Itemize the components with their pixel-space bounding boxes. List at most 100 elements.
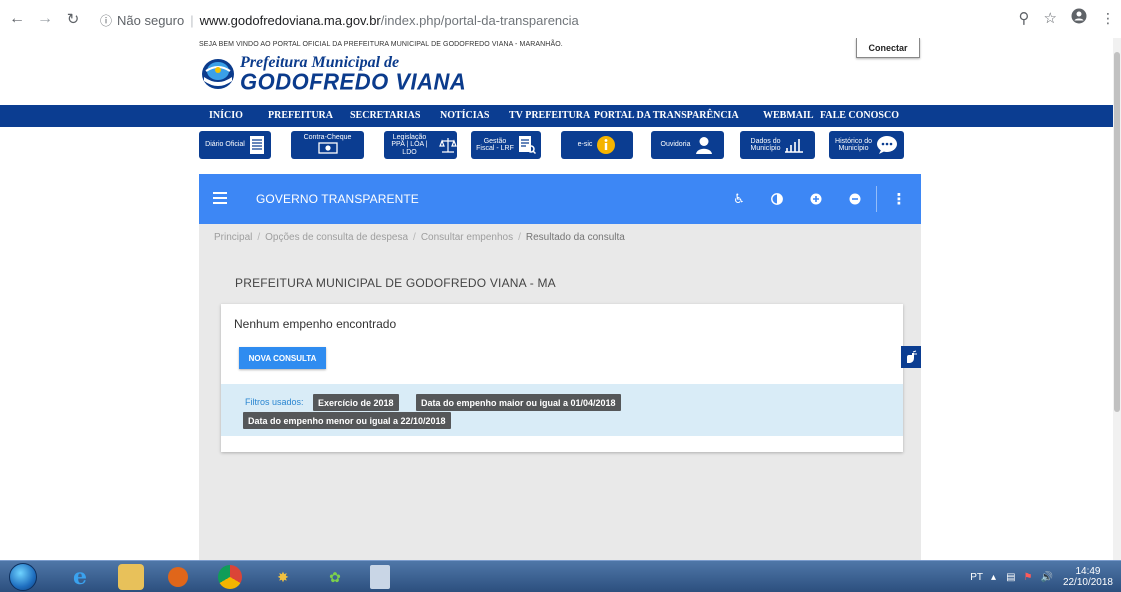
organization-title: PREFEITURA MUNICIPAL DE GODOFREDO VIANA …	[235, 276, 556, 290]
filters-label: Filtros usados:	[245, 397, 304, 407]
system-clock[interactable]: 14:49 22/10/2018	[1063, 566, 1113, 589]
document-icon	[249, 135, 265, 155]
browser-toolbar: ← → ↻ ⓘ Não seguro | www.godofredoviana.…	[0, 0, 1121, 38]
action-center-icon[interactable]: ⚑	[1024, 572, 1033, 583]
site-logo[interactable]: Prefeitura Municipal de GODOFREDO VIANA	[200, 54, 466, 94]
quicklink-historico-municipio[interactable]: Histórico do Município	[829, 131, 904, 159]
breadcrumb-opcoes-consulta[interactable]: Opções de consulta de despesa	[265, 232, 408, 243]
quicklink-diario-oficial[interactable]: Diário Oficial	[199, 131, 271, 159]
volume-icon[interactable]: 🔊	[1040, 572, 1052, 583]
quicklink-sublabel: Município	[838, 145, 869, 152]
info-circle-icon	[596, 135, 616, 155]
zoom-icon[interactable]: ⚲	[1019, 9, 1030, 27]
nav-webmail[interactable]: WEBMAIL	[763, 110, 814, 121]
quicklink-sublabel: PPA | LOA | LDO	[391, 141, 428, 156]
quicklink-label: Contra-Cheque	[303, 134, 352, 142]
nav-portal-transparencia[interactable]: PORTAL DA TRANSPARÊNCIA	[594, 110, 739, 121]
bar-chart-icon	[784, 137, 804, 153]
clock-date: 22/10/2018	[1062, 577, 1113, 588]
url-path: /index.php/portal-da-transparencia	[380, 12, 579, 28]
nav-tv-prefeitura[interactable]: TV PREFEITURA	[509, 110, 590, 121]
profile-icon[interactable]	[1071, 8, 1087, 28]
quicklink-esic[interactable]: e-sic	[561, 131, 633, 159]
result-message: Nenhum empenho encontrado	[234, 317, 397, 331]
chat-bubble-icon	[876, 135, 898, 155]
contrast-icon[interactable]	[767, 189, 787, 209]
quicklink-label: Legislação	[392, 133, 427, 141]
sign-language-icon[interactable]	[901, 346, 921, 368]
media-player-icon[interactable]	[168, 567, 188, 587]
scales-icon	[439, 136, 457, 154]
nav-noticias[interactable]: NOTÍCIAS	[440, 110, 489, 121]
filter-chip: Data do empenho menor ou igual a 22/10/2…	[243, 412, 451, 429]
start-button-icon[interactable]	[9, 563, 37, 591]
quicklink-dados-municipio[interactable]: Dados do Município	[740, 131, 815, 159]
portal-header-bar: GOVERNO TRANSPARENTE ♿ ⋮	[199, 174, 921, 224]
quicklink-label: Dados do	[750, 137, 781, 145]
address-bar[interactable]: ⓘ Não seguro | www.godofredoviana.ma.gov…	[100, 9, 1020, 31]
zoom-out-icon[interactable]	[845, 189, 865, 209]
toolbar-divider	[876, 186, 877, 212]
language-indicator[interactable]: PT	[970, 572, 983, 583]
city-emblem-icon	[202, 59, 234, 89]
calculator-icon[interactable]	[370, 565, 390, 589]
page-scrollbar[interactable]	[1113, 38, 1121, 560]
breadcrumb-current: Resultado da consulta	[525, 232, 625, 243]
leaf-app-icon[interactable]: ✿	[322, 564, 348, 590]
used-filters: Filtros usados: Exercício de 2018 Data d…	[221, 384, 903, 436]
result-card: Nenhum empenho encontrado NOVA CONSULTA …	[221, 304, 903, 452]
breadcrumb-principal[interactable]: Principal	[214, 232, 252, 243]
reload-icon[interactable]: ↻	[62, 8, 84, 30]
url-host: www.godofredoviana.ma.gov.br	[199, 12, 381, 28]
breadcrumb-consultar-empenhos[interactable]: Consultar empenhos	[421, 232, 513, 243]
quicklink-sublabel: Fiscal - LRF	[476, 145, 514, 152]
quicklink-gestao-fiscal[interactable]: Gestão Fiscal - LRF	[471, 131, 541, 159]
browser-actions: ⚲ ☆ ⋮	[1019, 8, 1115, 28]
hamburger-menu-icon[interactable]	[213, 192, 227, 204]
new-query-button[interactable]: NOVA CONSULTA	[239, 347, 326, 369]
address-separator: |	[190, 12, 194, 28]
quicklink-legislacao[interactable]: Legislação PPA | LOA | LDO	[384, 131, 457, 159]
bookmark-star-icon[interactable]: ☆	[1044, 9, 1057, 27]
quicklink-contra-cheque[interactable]: Contra-Cheque	[291, 131, 364, 159]
nav-prefeitura[interactable]: PREFEITURA	[268, 110, 333, 121]
screen: ← → ↻ ⓘ Não seguro | www.godofredoviana.…	[0, 0, 1121, 592]
network-icon[interactable]: ▤	[1006, 572, 1015, 583]
os-taskbar: e ✸ ✿ PT ▴ ▤ ⚑ 🔊 14:49 22/10/2018	[0, 560, 1121, 592]
browser-menu-icon[interactable]: ⋮	[1101, 10, 1115, 27]
chrome-browser-icon[interactable]	[218, 565, 242, 589]
info-icon[interactable]: ⓘ	[100, 12, 112, 29]
quicklink-label: Gestão	[483, 137, 507, 145]
main-navigation: INÍCIO PREFEITURA SECRETARIAS NOTÍCIAS T…	[0, 105, 1113, 127]
breadcrumb: Principal / Opções de consulta de despesa /…	[214, 232, 625, 243]
file-explorer-icon[interactable]	[118, 564, 144, 590]
zoom-in-icon[interactable]	[806, 189, 826, 209]
quicklink-ouvidoria[interactable]: Ouvidoria	[651, 131, 724, 159]
security-label: Não seguro	[117, 12, 185, 28]
accessibility-icon[interactable]: ♿	[729, 189, 749, 209]
cash-icon	[317, 142, 338, 156]
nav-secretarias[interactable]: SECRETARIAS	[350, 110, 420, 121]
internet-explorer-icon[interactable]: e	[67, 564, 93, 590]
quicklink-sublabel: Município	[750, 145, 781, 152]
logo-title-line2: GODOFREDO VIANA	[240, 68, 467, 95]
report-search-icon	[518, 135, 536, 155]
paint-icon[interactable]: ✸	[270, 564, 296, 590]
more-vert-icon[interactable]: ⋮	[889, 189, 909, 209]
scrollbar-thumb[interactable]	[1114, 52, 1120, 412]
filter-chip: Data do empenho maior ou igual a 01/04/2…	[416, 394, 621, 411]
quicklink-label: Diário Oficial	[205, 141, 245, 149]
system-tray: PT ▴ ▤ ⚑ 🔊 14:49 22/10/2018	[970, 561, 1113, 592]
forward-icon[interactable]: →	[34, 8, 56, 30]
nav-fale-conosco[interactable]: FALE CONOSCO	[820, 110, 899, 121]
welcome-message: SEJA BEM VINDO AO PORTAL OFICIAL DA PREF…	[199, 41, 563, 48]
clock-time: 14:49	[1075, 565, 1101, 577]
nav-inicio[interactable]: INÍCIO	[209, 110, 243, 121]
quicklink-label: Histórico do	[835, 137, 872, 145]
filter-chip: Exercício de 2018	[313, 394, 399, 411]
transparency-panel: GOVERNO TRANSPARENTE ♿ ⋮ Principal / Opç…	[199, 174, 921, 560]
back-icon[interactable]: ←	[6, 8, 28, 30]
tray-expand-icon[interactable]: ▴	[991, 572, 996, 583]
quicklink-label: e-sic	[577, 141, 593, 149]
connect-button[interactable]: Conectar	[856, 38, 920, 58]
